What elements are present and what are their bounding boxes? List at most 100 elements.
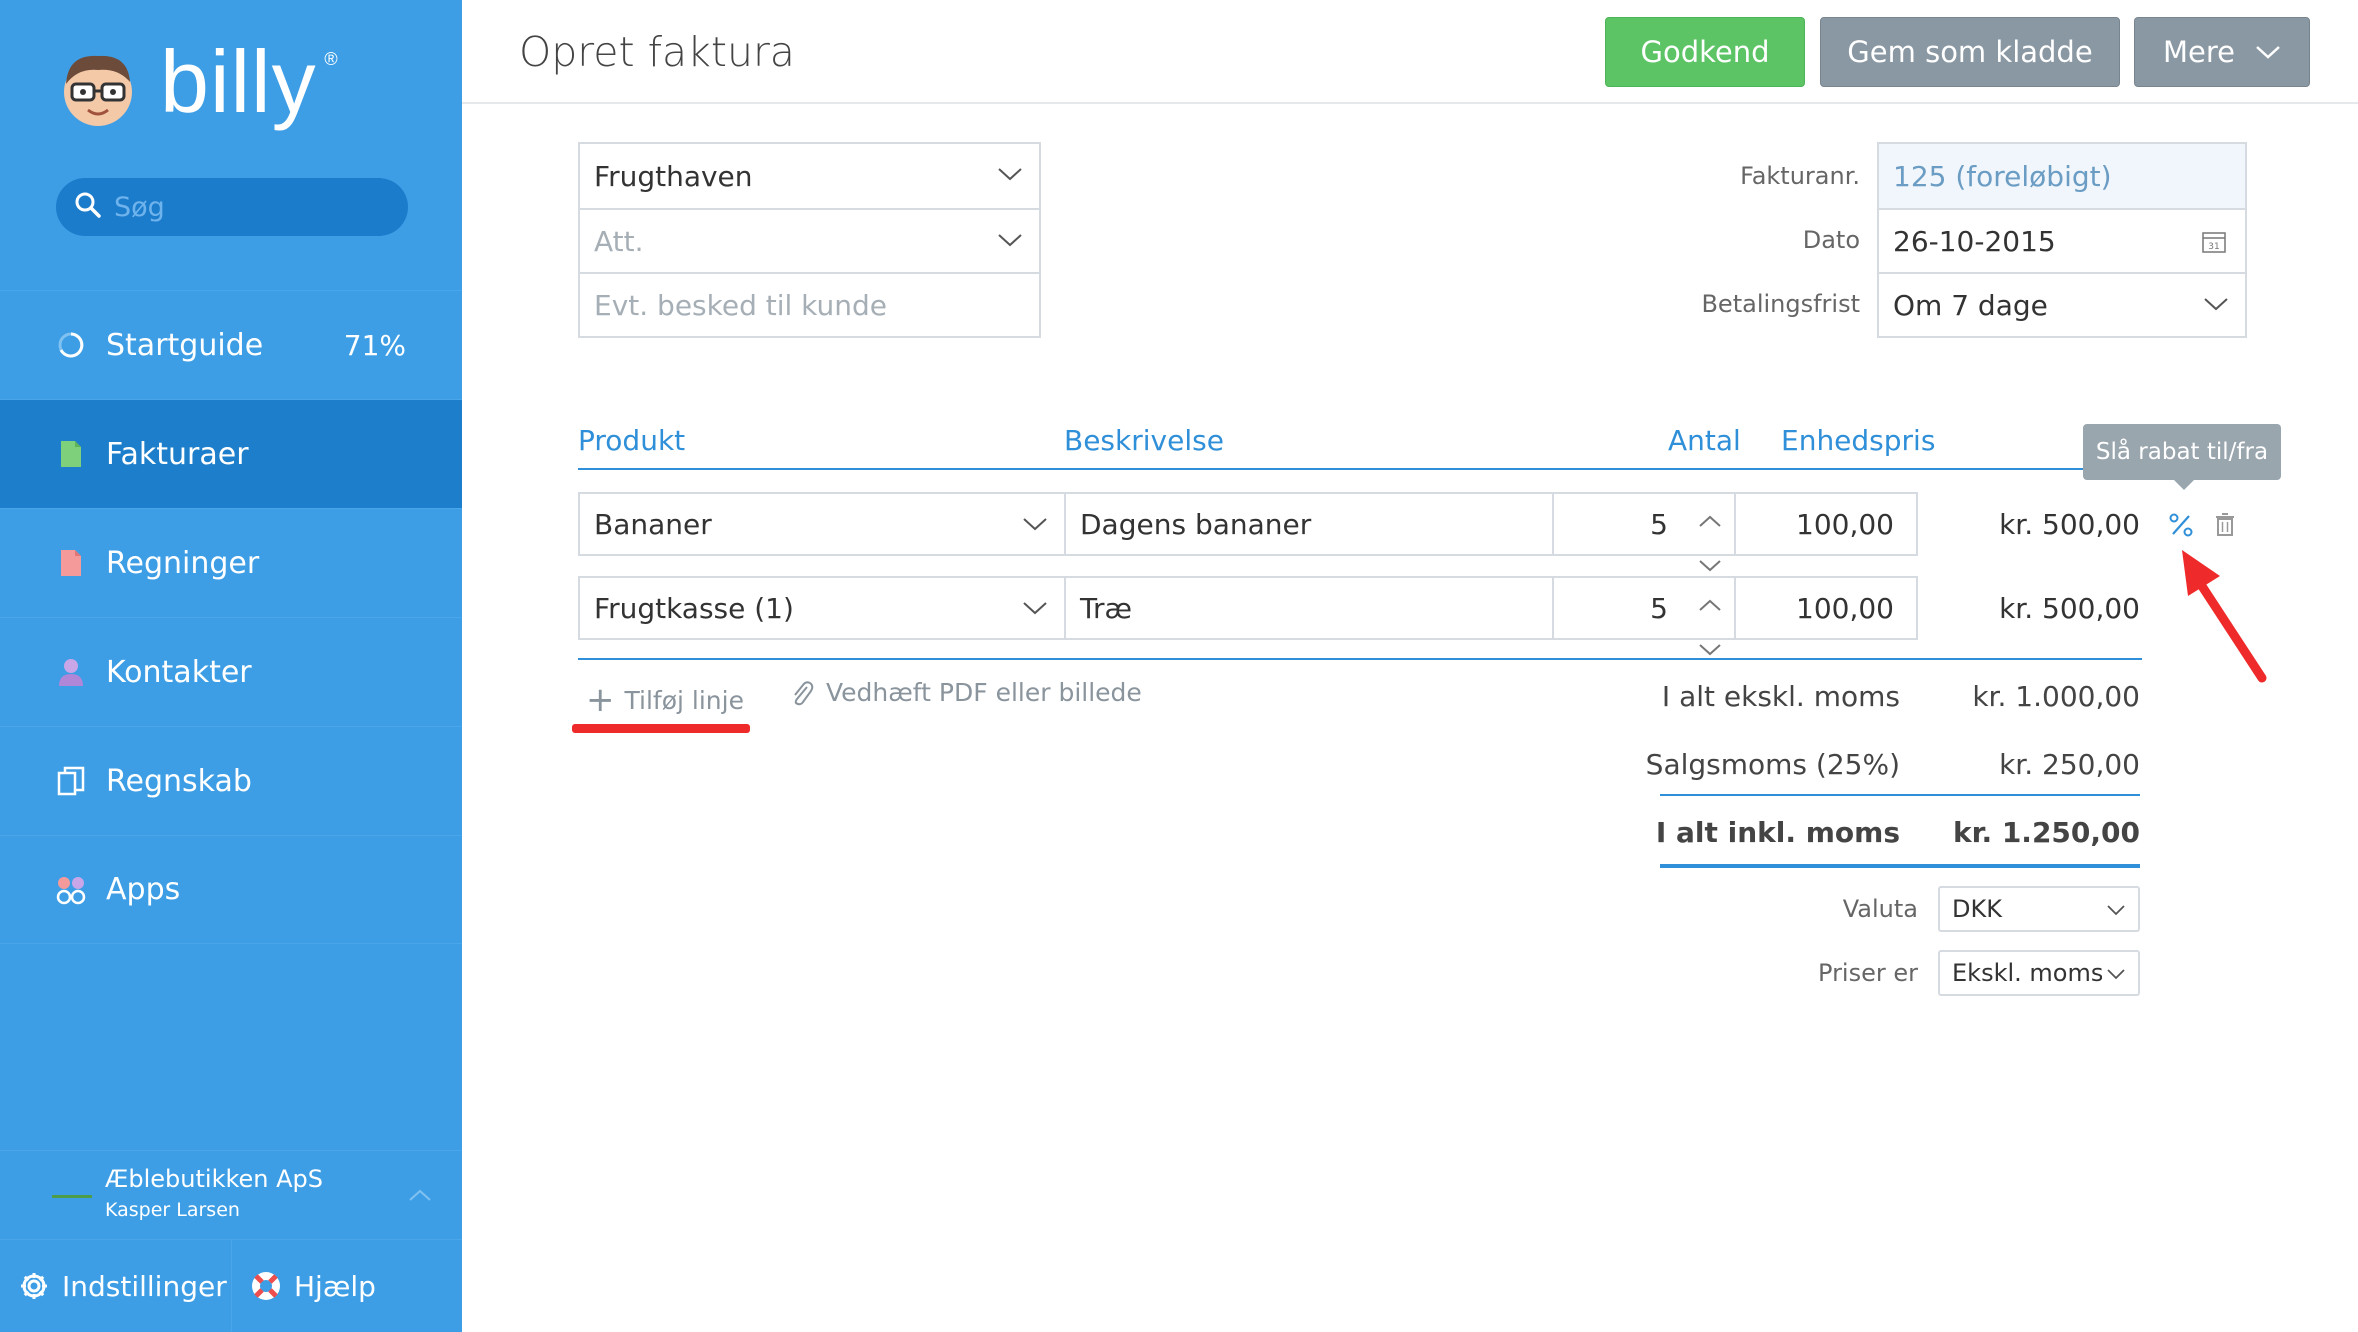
- header-divider: [578, 468, 2142, 470]
- vat-divider: [1660, 794, 2140, 796]
- more-button[interactable]: Mere: [2134, 17, 2310, 87]
- column-header-product: Produkt: [578, 424, 686, 457]
- product-select[interactable]: Frugtkasse (1): [578, 576, 1066, 640]
- settings-button[interactable]: Indstillinger: [0, 1240, 232, 1332]
- total-value: kr. 1.250,00: [1953, 816, 2140, 849]
- logo[interactable]: billy ®: [58, 32, 339, 138]
- product-select[interactable]: Bananer: [578, 492, 1066, 556]
- total-divider: [1660, 864, 2140, 868]
- subtotal-value: kr. 1.000,00: [1972, 680, 2140, 713]
- sidebar-item-apps[interactable]: Apps: [0, 835, 462, 944]
- date-field[interactable]: 26-10-2015 31: [1879, 208, 2245, 272]
- ledger-copy-icon: [56, 766, 86, 796]
- trash-icon[interactable]: [2208, 508, 2242, 542]
- chevron-up-icon[interactable]: [1698, 502, 1722, 535]
- sidebar-item-kontakter[interactable]: Kontakter: [0, 617, 462, 726]
- description-value: Træ: [1080, 591, 1132, 625]
- product-value: Frugtkasse (1): [594, 591, 794, 625]
- sidebar-item-label: Fakturaer: [106, 436, 249, 472]
- unit-price-input[interactable]: 100,00: [1734, 576, 1918, 640]
- sidebar-item-label: Regninger: [106, 545, 260, 581]
- chevron-up-icon[interactable]: [1698, 586, 1722, 619]
- prices-label: Priser er: [1818, 959, 1918, 987]
- discount-tooltip: Slå rabat til/fra: [2083, 424, 2281, 490]
- sidebar-item-startguide[interactable]: Startguide 71%: [0, 290, 462, 399]
- customer-select[interactable]: Frugthaven: [580, 144, 1039, 208]
- help-label: Hjælp: [294, 1269, 376, 1303]
- invoice-doc-icon: [56, 439, 86, 469]
- vat-label: Salgsmoms (25%): [1645, 748, 1900, 781]
- sidebar-bottom-bar: Indstillinger Hjælp: [0, 1240, 462, 1332]
- column-header-quantity: Antal: [1668, 424, 1741, 457]
- discount-toggle-icon[interactable]: [2164, 508, 2198, 542]
- att-select[interactable]: Att.: [580, 208, 1039, 272]
- settings-label: Indstillinger: [62, 1269, 227, 1303]
- company-switcher[interactable]: Æblebutikken ApS Kasper Larsen: [0, 1150, 462, 1240]
- add-line-label: Tilføj linje: [624, 685, 744, 715]
- unit-price-input[interactable]: 100,00: [1734, 492, 1918, 556]
- sidebar-item-regninger[interactable]: Regninger: [0, 508, 462, 617]
- stepper-arrows: [1698, 586, 1722, 664]
- attach-label: Vedhæft PDF eller billede: [826, 678, 1142, 707]
- chevron-down-icon: [2203, 296, 2229, 312]
- company-logo-mark: [52, 1195, 92, 1198]
- sidebar-item-label: Apps: [106, 872, 181, 907]
- customer-message-input[interactable]: Evt. besked til kunde: [580, 272, 1039, 336]
- attach-file-button[interactable]: Vedhæft PDF eller billede: [790, 678, 1142, 707]
- date-label: Dato: [1802, 226, 1860, 254]
- column-header-description: Beskrivelse: [1064, 424, 1224, 457]
- logo-text: billy ®: [160, 32, 339, 131]
- chevron-down-icon: [997, 166, 1023, 182]
- search-box[interactable]: [56, 178, 408, 236]
- sidebar-item-label: Regnskab: [106, 763, 252, 799]
- unit-price-value: 100,00: [1796, 591, 1894, 625]
- message-placeholder: Evt. besked til kunde: [594, 288, 888, 322]
- sidebar-item-regnskab[interactable]: Regnskab: [0, 726, 462, 835]
- calendar-day: 31: [2208, 242, 2219, 252]
- chevron-down-icon: [1022, 600, 1048, 616]
- add-line-button[interactable]: + Tilføj linje: [586, 680, 744, 720]
- plus-icon: +: [586, 680, 615, 720]
- customer-box: Frugthaven Att. Evt. besked til kunde: [578, 142, 1041, 338]
- invoice-number-label: Fakturanr.: [1740, 162, 1860, 190]
- description-value: Dagens bananer: [1080, 507, 1312, 541]
- description-input[interactable]: Træ: [1064, 576, 1554, 640]
- due-select[interactable]: Om 7 dage: [1879, 272, 2245, 336]
- chevron-up-icon: [408, 1187, 432, 1206]
- page-title: Opret faktura: [519, 28, 795, 76]
- lines-divider: [578, 658, 2142, 660]
- quantity-value: 5: [1650, 507, 1668, 541]
- contact-person-icon: [56, 657, 86, 687]
- sidebar: billy® Startguide 71% Fakturaer Regninge…: [0, 0, 462, 1332]
- sidebar-item-fakturaer[interactable]: Fakturaer: [0, 399, 462, 508]
- column-header-unit-price: Enhedspris: [1781, 424, 1936, 457]
- lifebuoy-icon: [250, 1270, 282, 1302]
- invoice-number-field: 125 (foreløbigt): [1879, 144, 2245, 208]
- gear-icon: [18, 1270, 50, 1302]
- sidebar-item-label: Kontakter: [106, 654, 252, 690]
- due-value: Om 7 dage: [1893, 288, 2048, 322]
- invoice-meta-box: 125 (foreløbigt) 26-10-2015 31 Om 7 dage: [1877, 142, 2247, 338]
- invoice-number-value: 125 (foreløbigt): [1893, 159, 2112, 193]
- currency-select[interactable]: DKK: [1938, 886, 2140, 932]
- quantity-stepper[interactable]: 5: [1552, 576, 1736, 656]
- approve-button[interactable]: Godkend: [1605, 17, 1805, 87]
- prices-value: Ekskl. moms: [1952, 959, 2104, 987]
- stepper-arrows: [1698, 502, 1722, 580]
- due-label: Betalingsfrist: [1701, 290, 1860, 318]
- search-icon: [74, 191, 102, 223]
- chevron-down-icon: [2102, 904, 2126, 916]
- apps-dots-icon: [56, 875, 86, 905]
- description-input[interactable]: Dagens bananer: [1064, 492, 1554, 556]
- page-header: Opret faktura Godkend Gem som kladde Mer…: [462, 0, 2358, 104]
- date-value: 26-10-2015: [1893, 224, 2056, 258]
- paperclip-icon: [790, 679, 814, 707]
- save-draft-button[interactable]: Gem som kladde: [1820, 17, 2120, 87]
- billy-face-icon: [58, 48, 138, 128]
- quantity-stepper[interactable]: 5: [1552, 492, 1736, 572]
- customer-name: Frugthaven: [594, 159, 753, 193]
- help-button[interactable]: Hjælp: [232, 1240, 376, 1332]
- calendar-icon[interactable]: 31: [2201, 228, 2227, 261]
- search-input[interactable]: [114, 191, 394, 223]
- prices-select[interactable]: Ekskl. moms: [1938, 950, 2140, 996]
